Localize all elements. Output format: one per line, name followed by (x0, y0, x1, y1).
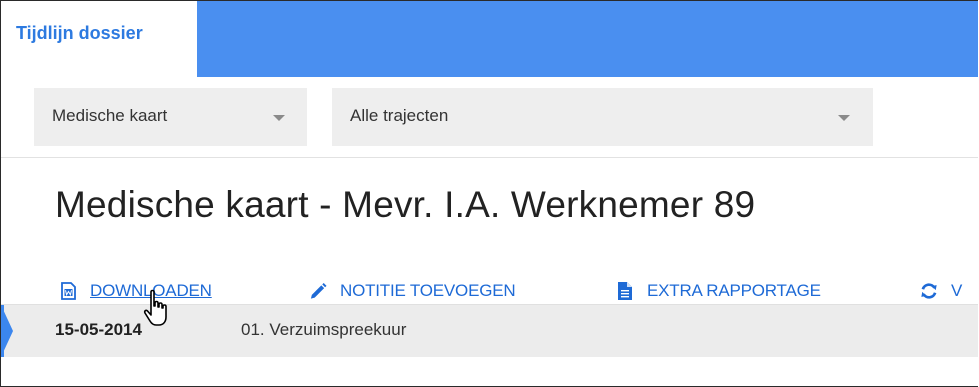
refresh-label: V (951, 281, 963, 300)
filter-row: Medische kaart Alle trajecten (1, 77, 978, 158)
app-window: Tijdlijn dossier Medische kaart Alle tra… (0, 0, 978, 387)
timeline-date: 15-05-2014 (55, 320, 142, 339)
tab-tijdlijn-dossier[interactable]: Tijdlijn dossier (1, 1, 197, 77)
tab-label: Tijdlijn dossier (16, 23, 143, 43)
hand-cursor-icon (143, 289, 167, 326)
card-type-select[interactable]: Medische kaart (34, 88, 307, 146)
refresh-icon (920, 281, 938, 301)
card-type-select-value: Medische kaart (52, 106, 168, 125)
timeline-arrow-icon (1, 305, 13, 357)
chevron-down-icon (273, 115, 285, 121)
extra-report-label: EXTRA RAPPORTAGE (647, 281, 821, 300)
tab-bar: Tijdlijn dossier (1, 1, 978, 77)
document-icon (616, 281, 634, 301)
pencil-icon (309, 281, 327, 301)
chevron-down-icon (838, 115, 850, 121)
trajectory-select[interactable]: Alle trajecten (332, 88, 873, 146)
add-note-label: NOTITIE TOEVOEGEN (340, 281, 516, 300)
trajectory-select-value: Alle trajecten (350, 106, 449, 125)
timeline-description: 01. Verzuimspreekuur (241, 320, 407, 339)
word-document-icon (59, 281, 77, 301)
page-title: Medische kaart - Mevr. I.A. Werknemer 89 (55, 184, 756, 225)
